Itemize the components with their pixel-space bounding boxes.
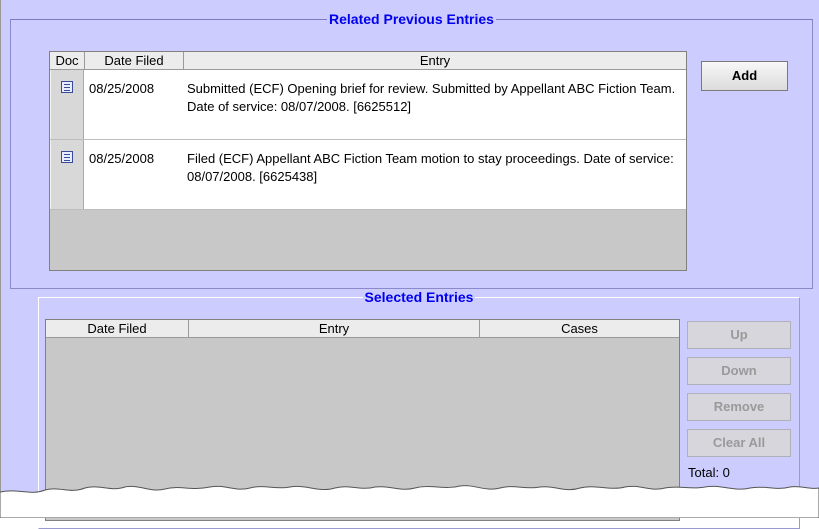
add-button[interactable]: Add [701,61,788,91]
table-row[interactable]: 08/25/2008 Submitted (ECF) Opening brief… [50,70,686,140]
table-row[interactable]: 08/25/2008 Filed (ECF) Appellant ABC Fic… [50,140,686,210]
selected-entries-title-text: Selected Entries [362,289,476,305]
torn-edge-decoration [0,485,819,518]
column-header-entry[interactable]: Entry [184,52,686,70]
up-button[interactable]: Up [687,321,791,349]
document-icon[interactable] [61,151,73,163]
doc-cell[interactable] [50,140,84,209]
column-header-date-filed[interactable]: Date Filed [46,320,189,338]
remove-button[interactable]: Remove [687,393,791,421]
document-icon[interactable] [61,81,73,93]
doc-cell[interactable] [50,70,84,139]
related-entries-table: Doc Date Filed Entry 08/25/2008 Submitte… [49,51,687,271]
date-filed-cell: 08/25/2008 [89,151,155,166]
column-header-doc[interactable]: Doc [50,52,85,70]
entry-cell: Filed (ECF) Appellant ABC Fiction Team m… [187,151,674,184]
related-entries-title: Related Previous Entries [11,11,812,27]
down-button[interactable]: Down [687,357,791,385]
selected-entries-header: Date Filed Entry Cases [46,320,679,338]
clear-all-button[interactable]: Clear All [687,429,791,457]
date-filed-cell: 08/25/2008 [89,81,155,96]
entry-cell: Submitted (ECF) Opening brief for review… [187,81,676,114]
column-header-entry[interactable]: Entry [189,320,480,338]
related-entries-header: Doc Date Filed Entry [50,52,686,70]
column-header-cases[interactable]: Cases [480,320,679,338]
column-header-date-filed[interactable]: Date Filed [85,52,184,70]
related-entries-title-text: Related Previous Entries [327,11,496,27]
selected-entries-title: Selected Entries [39,289,799,305]
